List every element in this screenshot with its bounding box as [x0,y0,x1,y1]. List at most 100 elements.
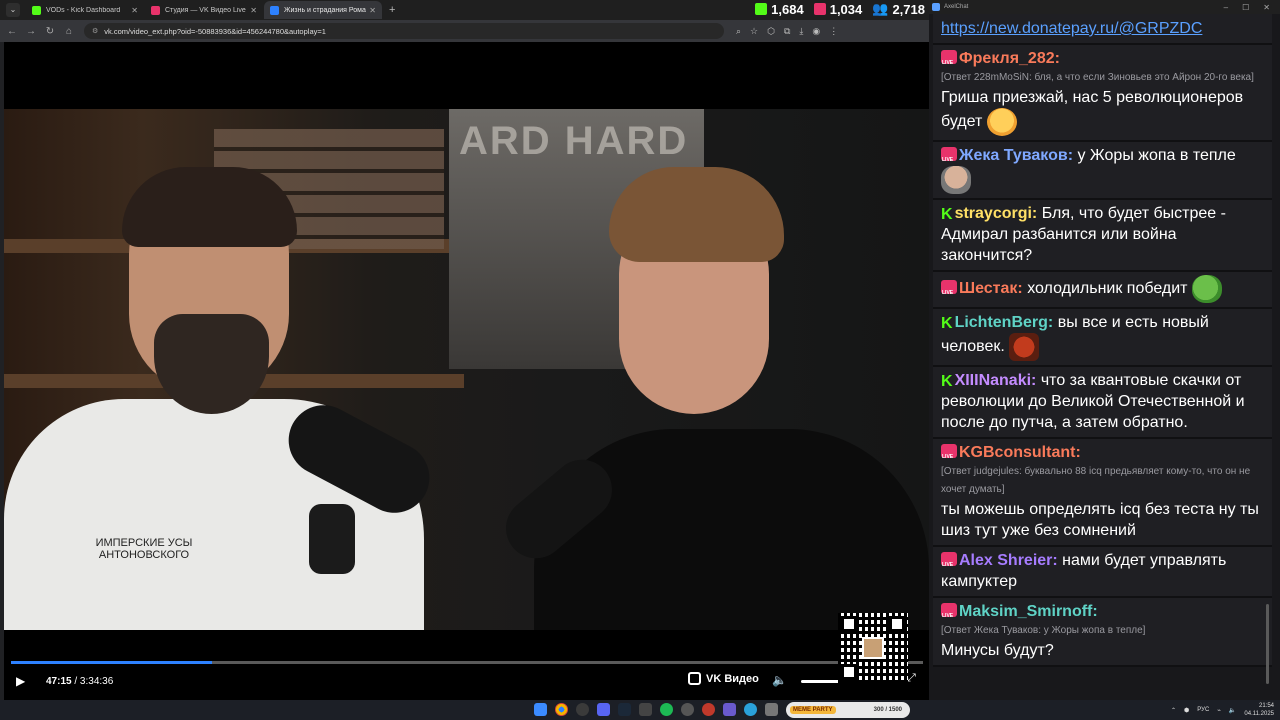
total-time: 3:34:36 [79,675,114,687]
maximize-icon[interactable]: ☐ [1242,3,1249,12]
reply-quote: [Ответ 228mMoSiN: бля, а что если Зиновь… [941,72,1254,83]
browser-toolbar: ← → ↻ ⌂ ⚙ vk.com/video_ext.php?oid=-5088… [0,20,929,42]
app-icon[interactable] [723,703,736,716]
chat-message: K LichtenBerg: вы все и есть новый челове… [933,309,1272,367]
reply-quote: [Ответ judgejules: буквально 88 icq пред… [941,466,1251,495]
extensions-puzzle-icon[interactable]: ⧉ [784,26,790,37]
chat-username[interactable]: Maksim_Smirnoff: [959,603,1098,620]
app-icon[interactable] [681,703,694,716]
vklive-counter: 1,034 [813,2,862,17]
address-bar[interactable]: ⚙ vk.com/video_ext.php?oid=-50883936&id=… [84,23,724,39]
play-icon[interactable]: ▶ [16,674,30,688]
qr-center-avatar [862,637,884,659]
fullscreen-icon[interactable]: ⤢ [907,672,916,685]
poster-lettering: ARD HARD [459,119,689,163]
taskbar: MEME PARTY 300 / 1500 ⌃ ⬢ РУС ⌁ 🔈 21:54 … [0,700,1280,720]
app-icon[interactable] [765,703,778,716]
chat-message: K XIIINanaki: что за квантовые скачки от … [933,367,1272,439]
volume-icon[interactable]: 🔈 [772,673,787,687]
shirt-logo-text: ИМПЕРСКИЕ УСЫ АНТОНОВСКОГО [95,537,193,561]
viewer-counters: 1,684 1,034 👥 2,718 [755,0,925,18]
chat-username[interactable]: Alex Shreier: [959,552,1058,569]
site-info-icon[interactable]: ⚙ [92,27,98,35]
vk-video-logo[interactable]: VK Видео [688,672,759,685]
chat-window: AxelChat – ☐ ✕ https://new.donatepay.ru/… [929,0,1280,700]
tray-app-icon[interactable]: ⬢ [1184,707,1189,714]
home-icon[interactable]: ⌂ [62,26,76,37]
close-tab-icon[interactable]: ✕ [250,6,257,15]
chat-username[interactable]: Жека Туваков: [959,147,1073,164]
chat-messages[interactable]: https://new.donatepay.ru/@GRPZDC Фрекля_… [933,14,1272,700]
speaker-icon[interactable]: 🔈 [1229,707,1236,714]
chat-username[interactable]: LichtenBerg: [955,314,1054,331]
telegram-icon[interactable] [744,703,757,716]
tab-kick-dashboard[interactable]: VODs - Kick Dashboard ✕ [26,1,144,19]
chat-username[interactable]: KGBconsultant: [959,444,1081,461]
desktop: ⌄ VODs - Kick Dashboard ✕ Студия — VK Ви… [0,0,1280,720]
obs-icon[interactable] [576,703,589,716]
tab-vk-studio[interactable]: Студия — VK Видео Live ✕ [145,1,263,19]
close-icon[interactable]: ✕ [1263,3,1270,12]
forward-arrow-icon[interactable]: → [24,26,38,37]
new-tab-button[interactable]: + [389,4,395,16]
profile-icon[interactable]: ◉ [812,26,820,37]
app-icon[interactable] [639,703,652,716]
clock[interactable]: 21:54 04.11.2025 [1244,702,1274,718]
video-frame[interactable]: ARD HARD ИМПЕРСКИЕ УСЫ АНТОНОВСКОГО [4,109,929,630]
chat-username[interactable]: XIIINanaki: [955,372,1037,389]
back-arrow-icon[interactable]: ← [5,26,19,37]
vk-video-label: VK Видео [706,672,759,685]
language-indicator[interactable]: РУС [1197,707,1209,713]
chat-message: https://new.donatepay.ru/@GRPZDC [933,14,1272,45]
reload-icon[interactable]: ↻ [43,26,57,37]
qr-code-overlay [838,613,908,683]
time-display: 47:15 / 3:34:36 [46,676,113,687]
chat-username[interactable]: straycorgi: [955,205,1038,222]
kick-badge-icon: K [941,206,953,223]
chat-scrollbar[interactable] [1266,604,1269,684]
download-icon[interactable]: ⤓ [799,26,803,37]
volume-slider[interactable] [801,680,841,683]
tab-bar: ⌄ VODs - Kick Dashboard ✕ Студия — VK Ви… [0,0,929,20]
pepe-emote-icon [1191,275,1222,303]
meme-party-widget[interactable]: MEME PARTY 300 / 1500 [786,702,910,718]
close-tab-icon[interactable]: ✕ [131,6,138,15]
app-icon[interactable] [702,703,715,716]
extension-icon[interactable]: ⬡ [767,26,775,37]
chat-message-text: ты можешь определять icq без теста ну ты… [941,501,1259,539]
vk-live-badge-icon [941,50,957,74]
window-controls: – ☐ ✕ [1224,3,1280,12]
donate-link[interactable]: https://new.donatepay.ru/@GRPZDC [941,20,1202,37]
close-tab-icon[interactable]: ✕ [369,6,376,15]
guest-right-hair [609,167,784,262]
taskbar-apps [534,703,778,716]
eagle-emblem [309,504,355,574]
chat-username[interactable]: Фрекля_282: [959,50,1060,67]
discord-icon[interactable] [597,703,610,716]
kick-badge-icon: K [941,315,953,332]
chat-username[interactable]: Шестак: [959,280,1023,297]
kick-count: 1,684 [771,1,804,17]
tray-chevron-icon[interactable]: ⌃ [1171,707,1176,714]
network-icon[interactable]: ⌁ [1217,707,1221,714]
vk-live-badge-icon [941,552,957,576]
seek-bar[interactable] [11,661,923,664]
spotify-icon[interactable] [660,703,673,716]
tab-video[interactable]: Жизнь и страдания Романа А ✕ [264,1,382,19]
menu-icon[interactable]: ⋮ [829,26,838,37]
kick-favicon-icon [32,5,41,15]
steam-icon[interactable] [618,703,631,716]
chat-message: Maksim_Smirnoff: [Ответ Жека Туваков: у Ж… [933,598,1272,667]
chrome-icon[interactable] [555,703,568,716]
zoom-icon[interactable]: ⌕ [736,26,741,37]
chat-app-icon [932,3,940,11]
blush-emote-icon [986,108,1017,136]
tab-search-icon[interactable]: ⌄ [6,3,20,17]
start-icon[interactable] [534,703,547,716]
chat-message: Фрекля_282: [Ответ 228mMoSiN: бля, а что … [933,45,1272,142]
chat-message-text: холодильник победит [1027,280,1188,298]
minimize-icon[interactable]: – [1224,3,1228,12]
bookmark-star-icon[interactable]: ☆ [750,26,758,37]
video-player[interactable]: ARD HARD ИМПЕРСКИЕ УСЫ АНТОНОВСКОГО ▶ 47… [4,42,929,700]
kick-icon [755,3,768,15]
